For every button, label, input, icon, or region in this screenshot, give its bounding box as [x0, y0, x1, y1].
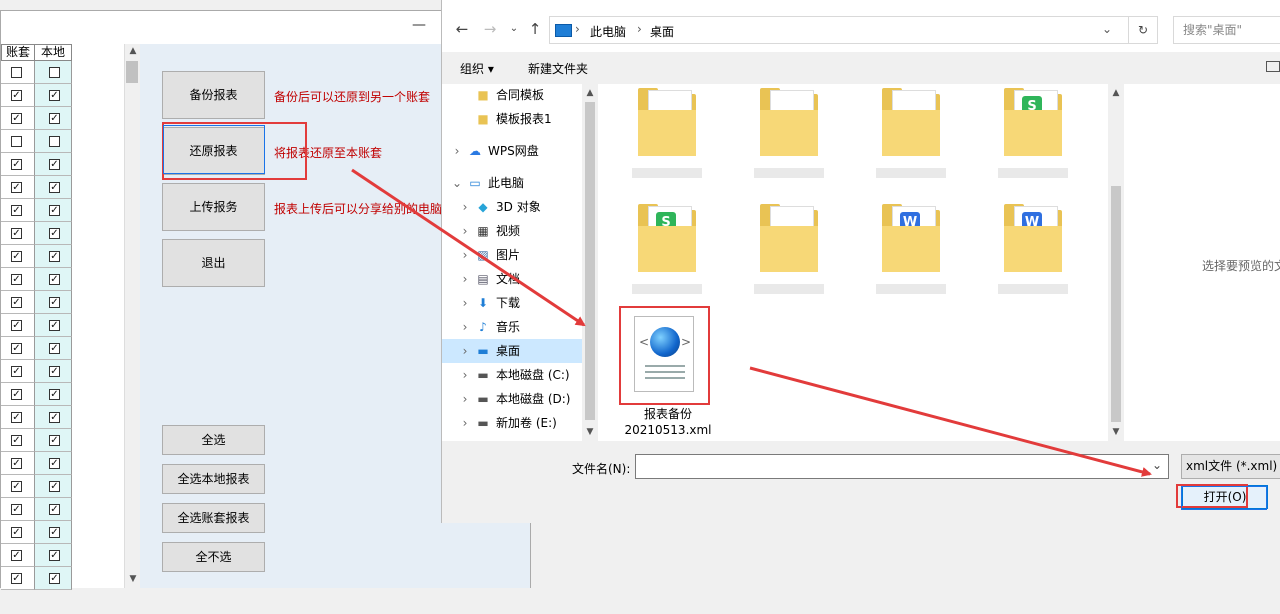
arrow-restore-to-file — [351, 168, 586, 327]
arrow-file-to-open — [749, 366, 1152, 477]
annotation-arrows — [351, 168, 1152, 477]
